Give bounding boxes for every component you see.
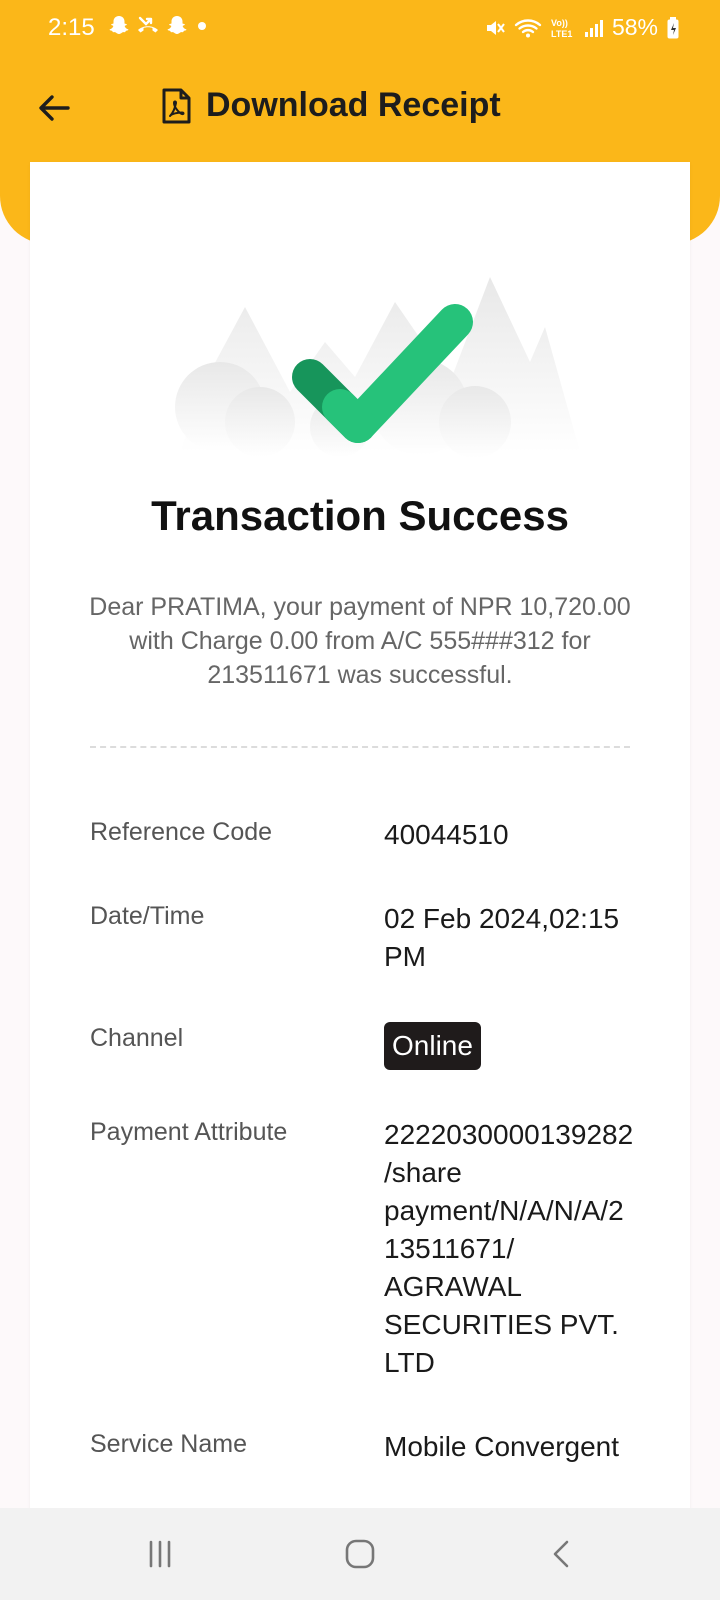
detail-label: Payment Attribute	[90, 1118, 288, 1146]
mute-icon	[486, 20, 505, 35]
detail-value: 40044510	[384, 819, 509, 850]
detail-label: Channel	[90, 1024, 184, 1052]
nav-back-button[interactable]	[542, 1534, 582, 1574]
back-button[interactable]	[28, 82, 80, 134]
home-icon	[345, 1539, 375, 1569]
detail-label: Service Name	[90, 1430, 247, 1458]
system-navigation-bar	[0, 1508, 720, 1600]
detail-row-service-name: Service Name Mobile Convergent	[90, 1428, 650, 1466]
status-time: 2:15	[48, 14, 95, 41]
battery-percentage: 58%	[611, 14, 658, 40]
snapchat-icon	[109, 16, 129, 34]
volte-icon: Vo))LTE1	[551, 18, 572, 39]
battery-icon	[667, 16, 679, 38]
background-cloud	[225, 387, 295, 457]
detail-row-channel: Channel Online	[90, 1022, 650, 1070]
app-bar: Download Receipt	[0, 72, 720, 148]
recent-apps-button[interactable]	[140, 1534, 180, 1574]
back-arrow-icon	[39, 95, 70, 121]
detail-value: 02 Feb 2024,02:15 PM	[384, 903, 620, 972]
download-receipt-title[interactable]: Download Receipt	[160, 86, 501, 125]
detail-row-payment-attribute: Payment Attribute 2222030000139282/share…	[90, 1116, 650, 1382]
receipt-card: Transaction Success Dear PRATIMA, your p…	[30, 162, 690, 1512]
background-cloud	[439, 386, 511, 458]
page-title: Download Receipt	[206, 86, 501, 124]
transaction-status-title: Transaction Success	[151, 492, 569, 539]
recent-apps-icon	[149, 1540, 171, 1568]
svg-text:Vo)): Vo))	[551, 18, 568, 28]
detail-row-date-time: Date/Time 02 Feb 2024,02:15 PM	[90, 900, 650, 976]
snapchat-icon	[167, 16, 187, 34]
dot-icon	[198, 22, 206, 30]
detail-label: Reference Code	[90, 818, 273, 846]
back-icon	[553, 1540, 569, 1568]
detail-label: Date/Time	[90, 902, 205, 930]
receipt-details: Reference Code 40044510 Date/Time 02 Feb…	[90, 816, 650, 1512]
svg-text:LTE1: LTE1	[551, 29, 572, 39]
detail-value: 2222030000139282/share payment/N/A/N/A/2…	[384, 1119, 634, 1378]
detail-row-reference-code: Reference Code 40044510	[90, 816, 650, 854]
channel-badge: Online	[384, 1022, 481, 1070]
success-illustration	[175, 277, 580, 458]
home-button[interactable]	[340, 1534, 380, 1574]
dashed-divider	[90, 746, 630, 748]
system-icons: Vo)) LTE1 58%	[484, 14, 680, 41]
wifi-icon	[514, 18, 542, 37]
missed-call-icon	[138, 16, 158, 33]
pdf-file-icon	[162, 88, 191, 123]
signal-icon	[584, 19, 603, 37]
transaction-message: Dear PRATIMA, your payment of NPR 10,720…	[89, 593, 631, 689]
status-bar: 2:15 Vo)) LTE1 58%	[0, 0, 720, 56]
detail-value: Mobile Convergent	[384, 1431, 620, 1462]
notification-icons	[108, 14, 210, 36]
